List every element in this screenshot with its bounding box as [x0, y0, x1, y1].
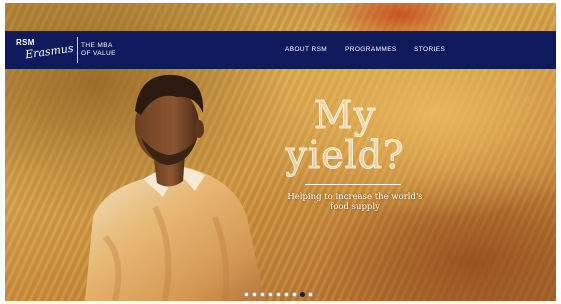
hero-person-image — [85, 74, 265, 301]
carousel-dot[interactable] — [252, 292, 257, 297]
logo-divider — [77, 37, 78, 63]
headline-divider — [305, 184, 401, 185]
carousel-dot[interactable] — [292, 292, 297, 297]
carousel-dot[interactable] — [244, 292, 249, 297]
carousel-dot[interactable] — [284, 292, 289, 297]
nav-programmes[interactable]: PROGRAMMES — [345, 46, 397, 53]
hero-subline: Helping to increase the world's food sup… — [287, 192, 423, 212]
carousel-dot[interactable] — [300, 292, 305, 297]
carousel-dot[interactable] — [308, 292, 313, 297]
logo-rsm-text: RSM — [16, 38, 35, 47]
logo-tagline: THE MBA OF VALUE — [81, 42, 116, 57]
nav-stories[interactable]: STORIES — [414, 46, 445, 53]
nav-about-rsm[interactable]: ABOUT RSM — [285, 46, 327, 53]
hero-banner: My yield? Helping to increase the world'… — [5, 3, 556, 301]
carousel-dot[interactable] — [276, 292, 281, 297]
hero-headline: My yield? — [285, 93, 405, 177]
carousel-dot[interactable] — [260, 292, 265, 297]
carousel-dot[interactable] — [268, 292, 273, 297]
top-navbar: RSM Erasmus THE MBA OF VALUE ABOUT RSM P… — [5, 31, 556, 69]
carousel-dots — [244, 292, 313, 297]
